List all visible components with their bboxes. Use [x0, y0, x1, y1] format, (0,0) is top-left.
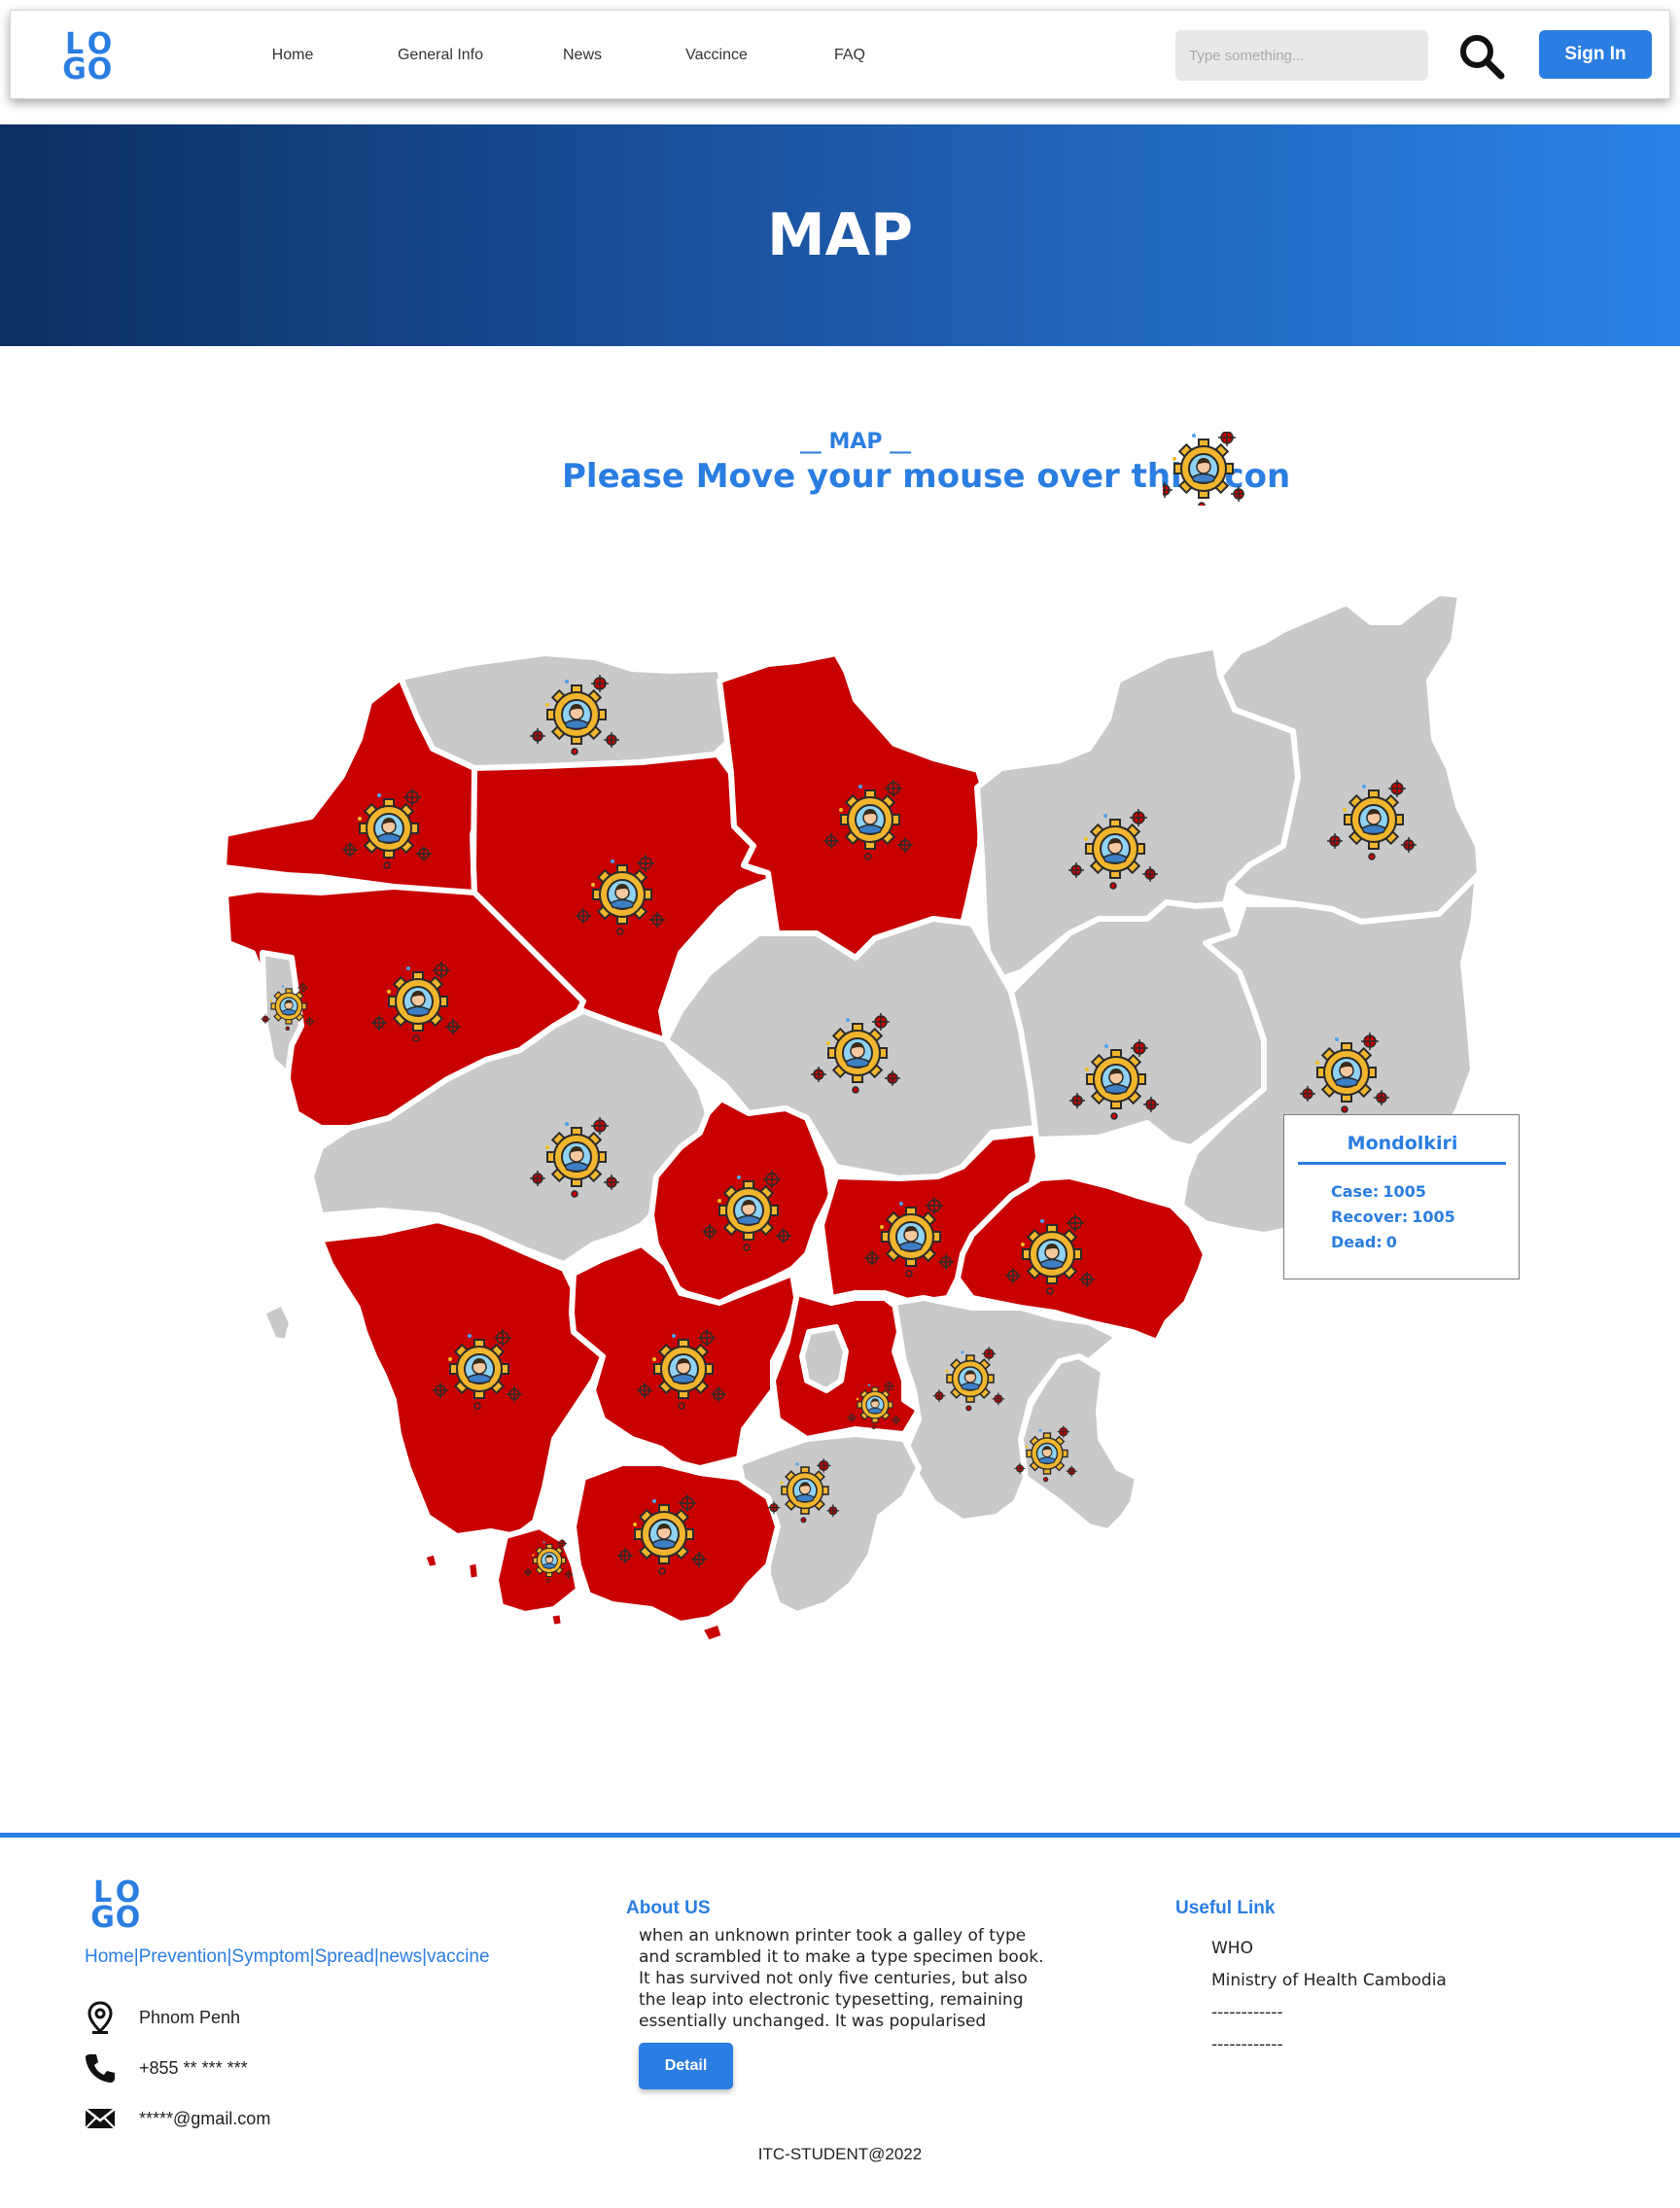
province-kep[interactable] [697, 1619, 727, 1646]
tooltip-stats: Case: 1005 Recover: 1005 Dead: 0 [1331, 1179, 1455, 1255]
nav-link-vaccine[interactable]: Vaccince [685, 11, 748, 100]
about-title: About US [626, 1898, 711, 1918]
nav-link-home[interactable]: Home [272, 11, 314, 100]
footer-quick-links: Home|Prevention|Symptom|Spread|news|vacc… [85, 1946, 490, 1968]
province-koh-kong-isle-b[interactable] [464, 1558, 483, 1584]
contact-phone: +855 ** *** *** [84, 2051, 248, 2085]
contact-text: Phnom Penh [139, 2007, 241, 2027]
virus-gear-person-icon [1163, 432, 1244, 506]
footer-link-news[interactable]: news [379, 1946, 422, 1967]
tooltip-divider [1298, 1162, 1506, 1165]
useful-link-who[interactable]: WHO [1211, 1933, 1447, 1965]
nav-link-general-info[interactable]: General Info [398, 11, 483, 100]
about-text: when an unknown printer took a galley of… [639, 1926, 1044, 2031]
useful-link-moh[interactable]: Ministry of Health Cambodia [1211, 1965, 1447, 1997]
contact-text: +855 ** *** *** [139, 2057, 248, 2078]
footer-link-vaccine[interactable]: vaccine [427, 1946, 489, 1967]
nav-link-faq[interactable]: FAQ [834, 11, 865, 100]
mail-icon [84, 2102, 117, 2135]
tooltip-stat-cases: Case: 1005 [1331, 1179, 1455, 1205]
copyright: ITC-STUDENT@2022 [757, 2145, 923, 2163]
stat-value: 1005 [1412, 1208, 1455, 1226]
stat-value: 1005 [1382, 1182, 1426, 1201]
nav-link-news[interactable]: News [563, 11, 602, 100]
page-title: MAP [766, 201, 914, 269]
detail-button[interactable]: Detail [639, 2043, 733, 2089]
tooltip-province-name: Mondolkiri [1347, 1133, 1458, 1154]
footer-link-prevention[interactable]: Prevention [139, 1946, 228, 1967]
useful-links-title: Useful Link [1175, 1898, 1276, 1918]
hero-banner: MAP [0, 124, 1680, 346]
stat-label: Recover: [1331, 1208, 1409, 1226]
stat-label: Case: [1331, 1182, 1380, 1201]
contact-text: *****@gmail.com [139, 2108, 271, 2128]
footer-link-spread[interactable]: Spread [315, 1946, 374, 1967]
section-kicker: __ MAP __ [799, 430, 912, 454]
useful-links-list: WHO Ministry of Health Cambodia --------… [1211, 1933, 1447, 2061]
stat-label: Dead: [1331, 1233, 1382, 1251]
footer-divider [0, 1833, 1680, 1838]
top-navbar: L O G O Home General Info News Vaccince … [10, 10, 1670, 99]
footer-logo[interactable]: L O G O [89, 1878, 141, 1935]
province-phnom-penh[interactable] [799, 1324, 849, 1393]
phone-icon [84, 2051, 117, 2085]
stat-value: 0 [1385, 1233, 1397, 1251]
province-koh-kong-islands[interactable] [260, 1300, 295, 1345]
footer-link-symptom[interactable]: Symptom [231, 1946, 309, 1967]
tooltip-stat-recovered: Recover: 1005 [1331, 1205, 1455, 1230]
province-tooltip: Mondolkiri Case: 1005 Recover: 1005 Dead… [1283, 1114, 1520, 1279]
useful-link-placeholder[interactable]: ------------ [1211, 1997, 1447, 2029]
logo-letter: G [90, 1901, 115, 1935]
search-input[interactable] [1175, 30, 1428, 81]
contact-location: Phnom Penh [84, 2001, 240, 2034]
province-koh-kong-isle-a[interactable] [420, 1549, 442, 1572]
search-icon[interactable] [1457, 32, 1506, 81]
logo-letter: O [115, 1901, 141, 1935]
main-nav: Home General Info News Vaccince FAQ [11, 11, 983, 100]
tooltip-stat-dead: Dead: 0 [1331, 1230, 1455, 1255]
sign-in-button[interactable]: Sign In [1539, 30, 1652, 79]
province-koh-kong-isle-c[interactable] [546, 1609, 567, 1630]
footer-link-home[interactable]: Home [85, 1946, 134, 1967]
location-pin-icon [84, 2001, 117, 2034]
useful-link-placeholder[interactable]: ------------ [1211, 2029, 1447, 2061]
contact-email: *****@gmail.com [84, 2102, 270, 2135]
